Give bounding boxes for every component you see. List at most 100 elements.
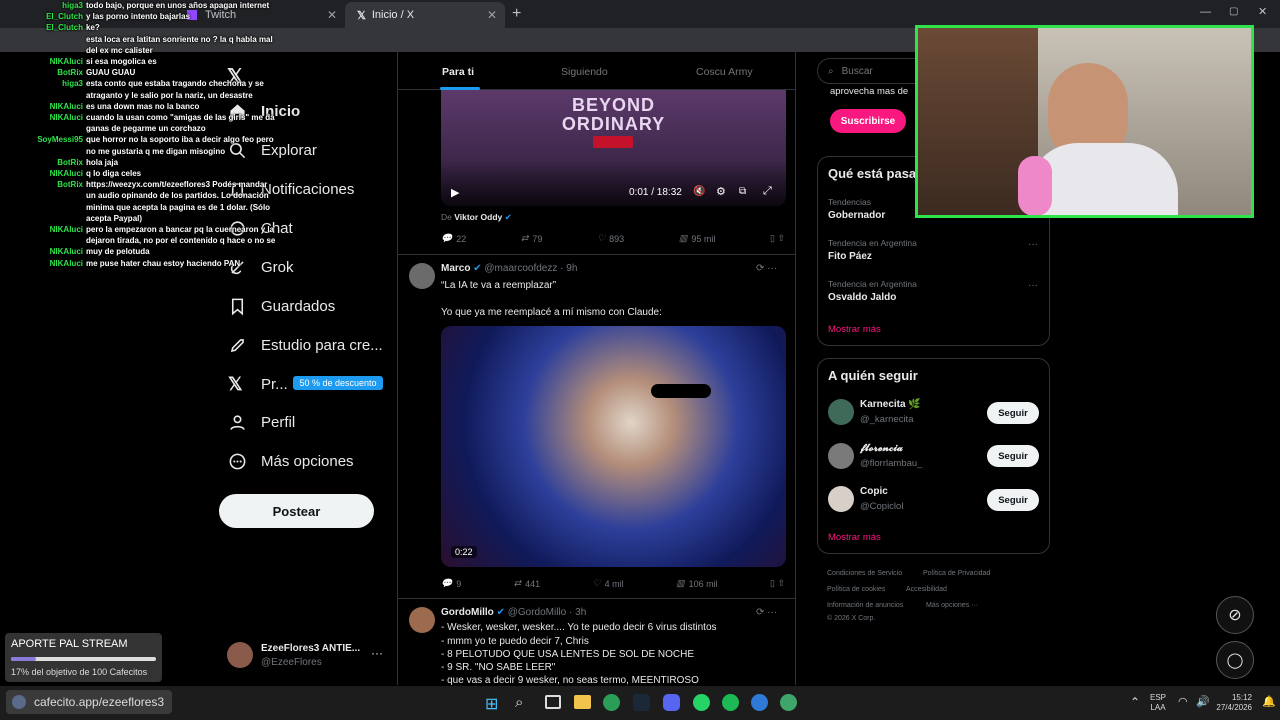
edge-icon[interactable] xyxy=(603,694,620,711)
nav-item-premium[interactable]: 𝕏 Pr... xyxy=(228,374,288,395)
suggestion-name[interactable]: Copic xyxy=(860,486,888,497)
notification-bell-icon[interactable]: 🔔 xyxy=(1262,695,1276,708)
wifi-icon[interactable]: ◠ xyxy=(1178,695,1188,708)
bookmark-button[interactable]: ▯ ⇧ xyxy=(770,233,785,244)
footer-link[interactable]: Accesibilidad xyxy=(906,586,947,593)
tweet-video[interactable]: 0:22 xyxy=(441,326,786,567)
retweet-button[interactable]: ⇄ 441 xyxy=(514,578,541,589)
tab-para-ti[interactable]: Para ti xyxy=(442,66,474,78)
trend-name[interactable]: Gobernador xyxy=(828,210,885,221)
show-more-follow[interactable]: Mostrar más xyxy=(828,532,881,543)
like-button[interactable]: ♡ 4 mil xyxy=(593,578,624,589)
chat-username[interactable]: EI_Clutch xyxy=(15,23,83,33)
footer-link[interactable]: Condiciones de Servicio xyxy=(827,570,902,577)
volume-icon[interactable]: 🔊 xyxy=(1196,695,1210,708)
task-view-icon[interactable] xyxy=(545,695,561,709)
suggestion-name[interactable]: 𝓯𝓵𝓸𝓻𝓮𝓷𝓬𝓲𝓪 xyxy=(860,443,903,454)
file-explorer-icon[interactable] xyxy=(574,695,591,709)
new-tab-button[interactable]: + xyxy=(512,5,521,23)
chat-username[interactable]: NIKAluci xyxy=(15,225,83,235)
follow-button[interactable]: Seguir xyxy=(987,489,1039,511)
like-button[interactable]: ♡ 893 xyxy=(597,233,624,244)
grok-float-button[interactable]: ⊘ xyxy=(1216,596,1254,634)
fullscreen-icon[interactable]: ⤢ xyxy=(763,185,772,198)
footer-link[interactable]: Más opciones ··· xyxy=(926,602,978,609)
avatar[interactable] xyxy=(828,486,854,512)
settings-icon[interactable]: ⚙ xyxy=(716,185,726,198)
tweet-author-name[interactable]: Marco xyxy=(441,263,470,274)
post-button[interactable]: Postear xyxy=(219,494,374,528)
language-indicator[interactable]: ESP LAA xyxy=(1150,693,1166,713)
retweet-button[interactable]: ⇄ 79 xyxy=(521,233,543,244)
chat-username[interactable]: NIKAluci xyxy=(15,259,83,269)
show-more-trends[interactable]: Mostrar más xyxy=(828,324,881,335)
discord-icon[interactable] xyxy=(663,694,680,711)
chat-username[interactable]: NIKAluci xyxy=(15,102,83,112)
avatar[interactable] xyxy=(828,443,854,469)
avatar[interactable] xyxy=(227,642,253,668)
chat-username[interactable]: NIKAluci xyxy=(15,169,83,179)
nav-item-guardados[interactable]: Guardados xyxy=(228,297,335,316)
clock[interactable]: 15:12 27/4/2026 xyxy=(1214,693,1252,713)
chat-username[interactable]: higa3 xyxy=(15,1,83,11)
reply-button[interactable]: 💬 22 xyxy=(441,233,466,244)
bookmark-button[interactable]: ▯ ⇧ xyxy=(770,578,785,589)
chat-username[interactable]: higa3 xyxy=(15,79,83,89)
trend-name[interactable]: Osvaldo Jaldo xyxy=(828,292,896,303)
footer-link[interactable]: Política de Privacidad xyxy=(923,570,990,577)
tab-coscu-army[interactable]: Coscu Army xyxy=(696,66,753,78)
messages-float-button[interactable]: ◯ xyxy=(1216,641,1254,679)
chat-username[interactable]: BotRix xyxy=(15,180,83,190)
chat-username[interactable]: EI_Clutch xyxy=(15,12,83,22)
nav-item-perfil[interactable]: Perfil xyxy=(228,413,295,432)
footer-link[interactable]: Política de cookies xyxy=(827,586,885,593)
whatsapp-icon[interactable] xyxy=(693,694,710,711)
chat-username[interactable]: NIKAluci xyxy=(15,113,83,123)
nav-item-estudio[interactable]: Estudio para cre... xyxy=(228,336,383,355)
footer-link[interactable]: Información de anuncios xyxy=(827,602,903,609)
avatar[interactable] xyxy=(409,263,435,289)
avatar[interactable] xyxy=(409,607,435,633)
tweet-more-icon[interactable]: ⟳ ··· xyxy=(756,607,777,618)
trend-name[interactable]: Fito Páez xyxy=(828,251,872,262)
nav-item-mas-opciones[interactable]: Más opciones xyxy=(228,452,354,471)
chat-username[interactable]: BotRix xyxy=(15,68,83,78)
subscribe-button[interactable]: Suscribirse xyxy=(830,109,906,133)
tab-inicio-x[interactable]: 𝕏 Inicio / X ✕ xyxy=(345,2,505,28)
pip-icon[interactable]: ⧉ xyxy=(739,186,746,197)
credit-name[interactable]: Viktor Oddy xyxy=(454,212,502,222)
spotify-icon[interactable] xyxy=(722,694,739,711)
steam-icon[interactable] xyxy=(633,694,650,711)
play-icon[interactable]: ▶ xyxy=(451,186,459,199)
mute-icon[interactable]: 🔇 xyxy=(693,186,705,197)
views-button[interactable]: ▥ 106 mil xyxy=(676,578,718,589)
avatar[interactable] xyxy=(828,399,854,425)
close-icon[interactable]: ✕ xyxy=(487,8,497,22)
reply-button[interactable]: 💬 9 xyxy=(441,578,461,589)
chat-username[interactable]: NIKAluci xyxy=(15,247,83,257)
tweet-more-icon[interactable]: ⟳ ··· xyxy=(756,263,777,274)
views-button[interactable]: ▥ 95 mil xyxy=(679,233,716,244)
app-icon[interactable] xyxy=(751,694,768,711)
minimize-button[interactable]: — xyxy=(1200,6,1211,18)
suggestion-name[interactable]: Karnecita 🌿 xyxy=(860,399,921,410)
close-window-button[interactable]: ✕ xyxy=(1258,5,1267,18)
search-icon[interactable]: ⌕ xyxy=(515,694,523,711)
tab-siguiendo[interactable]: Siguiendo xyxy=(561,66,608,78)
tweet-author-name[interactable]: GordoMillo xyxy=(441,607,494,618)
account-more-icon[interactable]: ··· xyxy=(371,646,383,660)
chat-username[interactable]: SoyMessi95 xyxy=(15,135,83,145)
follow-button[interactable]: Seguir xyxy=(987,402,1039,424)
chrome-icon[interactable] xyxy=(780,694,797,711)
chat-username[interactable]: BotRix xyxy=(15,158,83,168)
maximize-button[interactable]: ▢ xyxy=(1229,6,1238,17)
trend-more-icon[interactable]: ··· xyxy=(1028,280,1038,291)
tray-chevron-icon[interactable]: ⌃ xyxy=(1130,695,1140,709)
tweet-author-handle[interactable]: @maarcoofdezz xyxy=(484,263,557,274)
video-player[interactable]: BEYOND ORDINARY ▶ 0:01 / 18:32 🔇 ⚙ ⧉ ⤢ xyxy=(441,90,786,206)
close-icon[interactable]: ✕ xyxy=(327,8,337,22)
chat-username[interactable]: NIKAluci xyxy=(15,57,83,67)
windows-start-icon[interactable]: ⊞ xyxy=(485,694,498,714)
trend-more-icon[interactable]: ··· xyxy=(1028,239,1038,250)
follow-button[interactable]: Seguir xyxy=(987,445,1039,467)
